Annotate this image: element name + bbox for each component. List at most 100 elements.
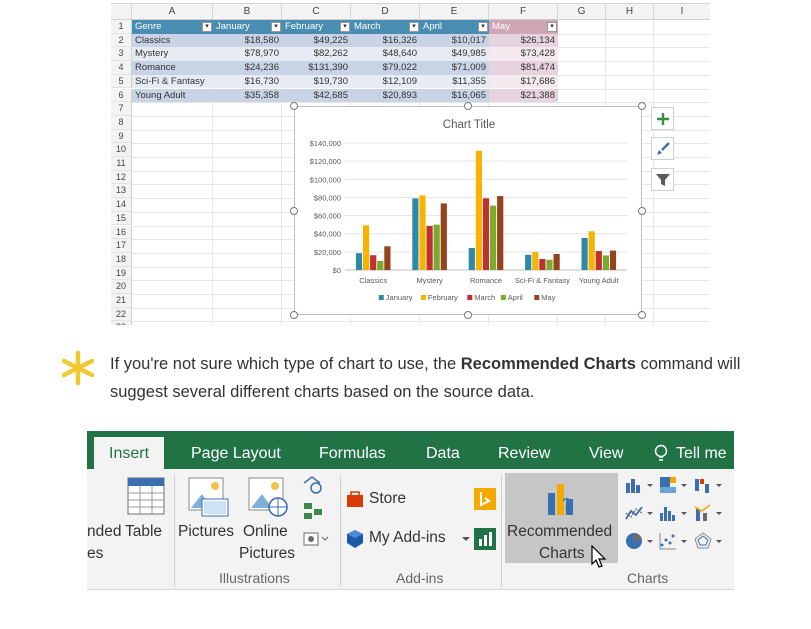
row-header[interactable]: 20	[111, 280, 132, 294]
statistic-chart-icon[interactable]	[658, 503, 692, 523]
tab-formulas[interactable]: Formulas	[319, 431, 386, 469]
recommended-pivottables-label-partial[interactable]: nded	[87, 523, 121, 541]
row-header[interactable]: 5	[111, 74, 132, 89]
filter-dropdown-icon[interactable]: ▾	[409, 22, 419, 32]
tab-review[interactable]: Review	[498, 431, 550, 469]
table-cell[interactable]: $131,390	[282, 61, 351, 75]
row-header[interactable]: 7	[111, 102, 132, 116]
table-cell[interactable]: $17,686	[489, 74, 558, 89]
table-cell[interactable]: $16,326	[351, 33, 420, 48]
table-cell[interactable]: $71,009	[420, 61, 489, 75]
row-header[interactable]: 6	[111, 88, 132, 103]
column-header-a[interactable]: A	[132, 4, 213, 20]
table-cell[interactable]: $24,236	[213, 61, 282, 75]
tab-page-layout[interactable]: Page Layout	[191, 431, 281, 469]
row-header[interactable]: 2	[111, 33, 132, 48]
filter-dropdown-icon[interactable]: ▾	[271, 22, 281, 32]
column-header-e[interactable]: E	[420, 4, 489, 20]
table-header-cell[interactable]: February ▾	[282, 20, 351, 34]
table-cell[interactable]: $35,358	[213, 88, 282, 103]
chart-elements-button[interactable]	[651, 107, 674, 130]
table-cell[interactable]: $11,355	[420, 74, 489, 89]
row-header[interactable]: 17	[111, 239, 132, 253]
row-header[interactable]: 14	[111, 198, 132, 212]
resize-handle-top[interactable]	[464, 102, 472, 110]
table-cell[interactable]: $82,262	[282, 47, 351, 62]
select-all-corner[interactable]	[111, 4, 132, 20]
row-header[interactable]: 23	[111, 321, 132, 325]
table-cell[interactable]: Sci-Fi & Fantasy	[132, 74, 213, 89]
resize-handle-bottom-left[interactable]	[290, 311, 298, 319]
table-cell[interactable]: $73,428	[489, 47, 558, 62]
online-pictures-button[interactable]: Online	[243, 523, 288, 541]
table-cell[interactable]: $18,580	[213, 33, 282, 48]
smartart-icon[interactable]	[302, 501, 324, 521]
table-cell[interactable]: $16,065	[420, 88, 489, 103]
row-header[interactable]: 11	[111, 157, 132, 171]
row-header[interactable]: 3	[111, 47, 132, 62]
recommended-charts-label[interactable]: Recommended	[507, 523, 612, 541]
tab-view[interactable]: View	[589, 431, 623, 469]
table-header-cell[interactable]: April ▾	[420, 20, 489, 34]
chart-filters-button[interactable]	[651, 168, 674, 191]
recommended-pivottables-label-partial-2[interactable]: es	[87, 545, 103, 563]
table-cell[interactable]: Young Adult	[132, 88, 213, 103]
pictures-button[interactable]: Pictures	[178, 523, 234, 541]
column-header-i[interactable]: I	[654, 4, 710, 20]
filter-dropdown-icon[interactable]: ▾	[478, 22, 488, 32]
table-cell[interactable]: $12,109	[351, 74, 420, 89]
chevron-down-icon[interactable]	[461, 535, 471, 543]
row-header[interactable]: 9	[111, 129, 132, 144]
row-header[interactable]: 13	[111, 184, 132, 199]
row-header[interactable]: 12	[111, 170, 132, 185]
row-header[interactable]: 22	[111, 307, 132, 322]
table-cell[interactable]: Romance	[132, 61, 213, 75]
filter-dropdown-icon[interactable]: ▾	[202, 22, 212, 32]
table-cell[interactable]: $49,225	[282, 33, 351, 48]
row-header[interactable]: 16	[111, 225, 132, 240]
row-header[interactable]: 8	[111, 115, 132, 130]
online-pictures-button-line2[interactable]: Pictures	[239, 545, 295, 563]
my-addins-button[interactable]: My Add-ins	[369, 529, 446, 547]
waterfall-chart-icon[interactable]	[693, 475, 727, 495]
resize-handle-bottom-right[interactable]	[638, 311, 646, 319]
table-header-cell[interactable]: May ▾	[489, 20, 558, 34]
combo-chart-icon[interactable]	[693, 503, 727, 523]
resize-handle-left[interactable]	[290, 207, 298, 215]
table-cell[interactable]: $81,474	[489, 61, 558, 75]
hierarchy-chart-icon[interactable]	[658, 475, 692, 495]
tab-data[interactable]: Data	[426, 431, 460, 469]
table-cell[interactable]: $20,893	[351, 88, 420, 103]
row-header[interactable]: 18	[111, 252, 132, 267]
shapes-icon[interactable]	[302, 475, 324, 495]
table-cell[interactable]: $48,640	[351, 47, 420, 62]
row-header[interactable]: 4	[111, 61, 132, 75]
table-cell[interactable]: $26,134	[489, 33, 558, 48]
pie-chart-icon[interactable]	[624, 531, 658, 551]
table-cell[interactable]: Classics	[132, 33, 213, 48]
row-header[interactable]: 21	[111, 294, 132, 308]
resize-handle-top-right[interactable]	[638, 102, 646, 110]
table-cell[interactable]: $79,022	[351, 61, 420, 75]
resize-handle-top-left[interactable]	[290, 102, 298, 110]
row-header[interactable]: 15	[111, 211, 132, 226]
filter-dropdown-icon[interactable]: ▾	[340, 22, 350, 32]
line-chart-icon[interactable]	[624, 503, 658, 523]
column-chart-icon[interactable]	[624, 475, 658, 495]
tab-insert[interactable]: Insert	[94, 437, 165, 469]
table-header-cell[interactable]: January ▾	[213, 20, 282, 34]
filter-dropdown-icon[interactable]: ▾	[547, 22, 557, 32]
row-header[interactable]: 10	[111, 143, 132, 157]
bing-maps-icon[interactable]	[474, 488, 496, 510]
table-cell[interactable]: $21,388	[489, 88, 558, 103]
screenshot-icon[interactable]	[302, 529, 330, 549]
table-cell[interactable]: $49,985	[420, 47, 489, 62]
recommended-charts-label-line2[interactable]: Charts	[539, 545, 585, 563]
column-chart[interactable]: Chart Title $0 $20,000 $40,000 $60,000 $80,00…	[294, 106, 642, 315]
people-graph-icon[interactable]	[474, 528, 496, 550]
chart-styles-button[interactable]	[651, 137, 674, 160]
table-cell[interactable]: $16,730	[213, 74, 282, 89]
resize-handle-right[interactable]	[638, 207, 646, 215]
table-cell[interactable]: $10,017	[420, 33, 489, 48]
table-header-cell[interactable]: Genre ▾	[132, 20, 213, 34]
